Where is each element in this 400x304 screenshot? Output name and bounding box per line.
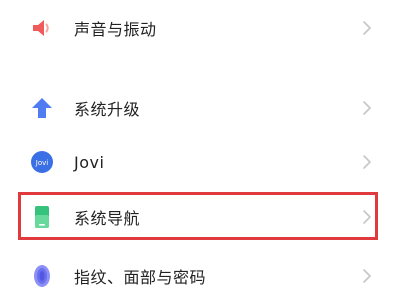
settings-item-sound[interactable]: 声音与振动 — [0, 0, 400, 56]
fingerprint-icon — [30, 264, 54, 288]
settings-item-label: 系统升级 — [74, 100, 141, 119]
settings-item-jovi[interactable]: Jovi Jovi — [0, 134, 400, 190]
chevron-right-icon — [363, 269, 371, 283]
settings-item-system-update[interactable]: 系统升级 — [0, 80, 400, 136]
settings-item-label: Jovi — [74, 152, 105, 172]
speaker-icon — [30, 16, 54, 40]
chevron-right-icon — [363, 155, 371, 169]
chevron-right-icon — [363, 21, 371, 35]
highlight-box — [18, 192, 378, 240]
settings-item-label: 指纹、面部与密码 — [74, 268, 207, 287]
chevron-right-icon — [363, 101, 371, 115]
jovi-icon-text: Jovi — [35, 159, 48, 167]
jovi-icon: Jovi — [30, 150, 54, 174]
arrow-up-icon — [30, 96, 54, 120]
section-gap — [0, 50, 400, 77]
settings-item-fingerprint-face-password[interactable]: 指纹、面部与密码 — [0, 248, 400, 304]
settings-item-label: 声音与振动 — [74, 20, 157, 39]
